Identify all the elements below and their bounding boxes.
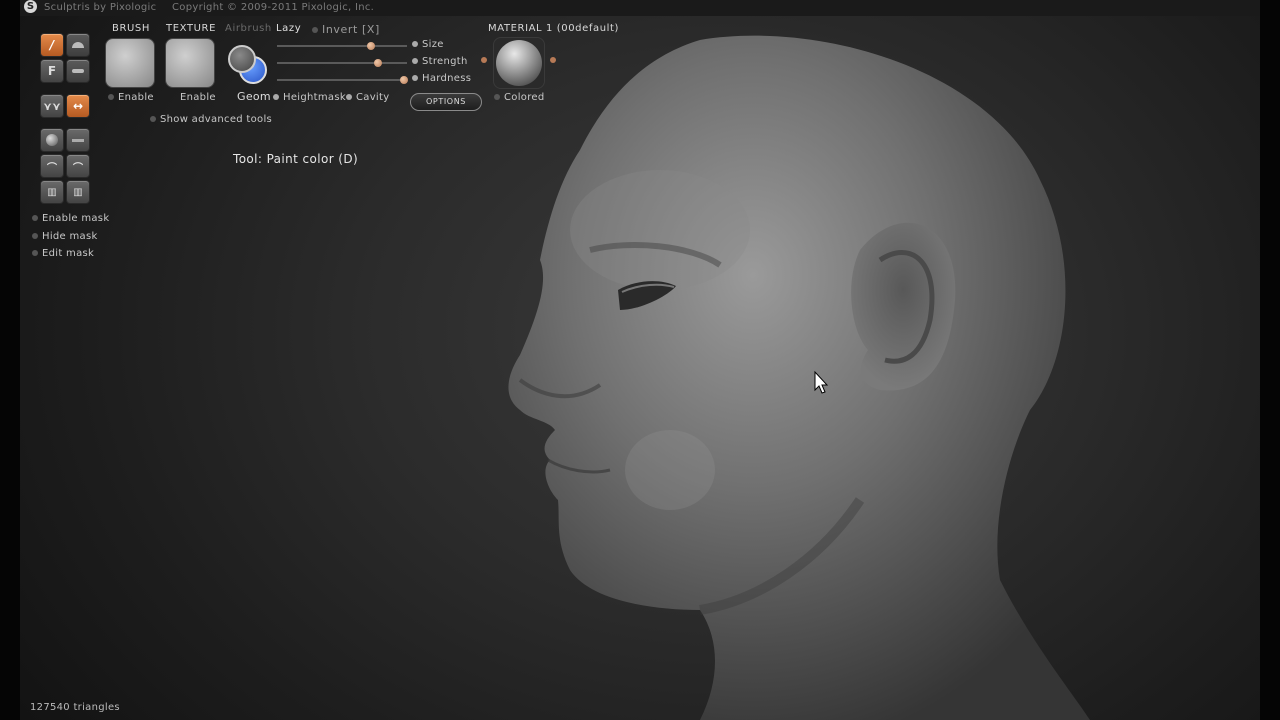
material-next-icon[interactable]	[550, 57, 556, 63]
geom-label[interactable]: Geom	[237, 90, 271, 103]
options-button[interactable]: OPTIONS	[410, 93, 482, 111]
colored-radio-icon	[494, 94, 500, 100]
head-model[interactable]	[508, 35, 1090, 720]
material-preview[interactable]	[493, 37, 545, 89]
rotate-tool-button[interactable]: ⌒	[40, 154, 64, 178]
material-sphere-icon	[496, 40, 542, 86]
left-frame	[0, 0, 20, 720]
slider-label-size: Size	[412, 39, 444, 50]
secondary-color-icon	[228, 45, 256, 73]
enable-mask-option[interactable]: Enable mask	[32, 213, 109, 224]
mask-tool-button[interactable]: ▥	[40, 180, 64, 204]
cavity-radio-icon	[346, 94, 352, 100]
rotate-icon: ⌒	[47, 162, 57, 174]
slider-dot-icon	[412, 75, 418, 81]
title-bar: S Sculptris by Pixologic Copyright © 200…	[20, 0, 1260, 16]
texture-swatch[interactable]	[165, 38, 215, 88]
slider-track-hardness[interactable]	[277, 79, 407, 81]
slider-knob-size[interactable]	[366, 42, 375, 50]
slider-track-strength[interactable]	[277, 62, 407, 64]
edit-mask-option[interactable]: Edit mask	[32, 248, 94, 259]
hide-mask-option[interactable]: Hide mask	[32, 231, 98, 242]
smooth-icon	[72, 69, 84, 73]
enable-mask-label: Enable mask	[42, 213, 110, 224]
edit-mask-radio-icon	[32, 250, 38, 256]
material-prev-icon[interactable]	[481, 57, 487, 63]
slider-track-size[interactable]	[277, 45, 407, 47]
double-arrow-icon: ↔	[72, 99, 84, 113]
show-advanced-radio-icon	[150, 116, 156, 122]
brush-enable-label: Enable	[118, 92, 154, 103]
sculptris-logo-icon: S	[24, 0, 37, 13]
app-title: Sculptris by Pixologic	[44, 2, 157, 13]
heightmask-label: Heightmask	[283, 92, 346, 103]
invert-option[interactable]: Invert [X]	[312, 23, 380, 36]
paint-tool-button[interactable]: /	[40, 33, 64, 57]
slider-label-text: Hardness	[422, 73, 472, 84]
slider-dot-icon	[412, 58, 418, 64]
scale-tool-button[interactable]	[66, 128, 90, 152]
flatten-icon: F	[47, 64, 57, 78]
color-picker-button[interactable]	[227, 44, 267, 84]
reduce-tool-button[interactable]: ▥	[66, 180, 90, 204]
brush-alpha-swatch[interactable]	[105, 38, 155, 88]
invert-label: Invert [X]	[322, 23, 380, 36]
pinch-tool-button[interactable]: ⋎⋎	[40, 94, 64, 118]
colored-label: Colored	[504, 92, 545, 103]
hide-mask-radio-icon	[32, 233, 38, 239]
slider-label-text: Size	[422, 39, 444, 50]
brush-stroke-icon: /	[49, 38, 55, 52]
move-tool-button[interactable]: ⌒	[66, 154, 90, 178]
edit-mask-label: Edit mask	[42, 248, 95, 259]
reduce-icon: ▥	[73, 186, 83, 198]
brush-header: BRUSH	[112, 23, 150, 34]
grab-tool-button[interactable]	[40, 128, 64, 152]
mask-icon: ▥	[47, 186, 57, 198]
airbrush-label[interactable]: Airbrush	[225, 23, 272, 34]
heightmask-radio-icon	[273, 94, 279, 100]
pinch-icon: ⋎⋎	[43, 99, 61, 113]
sphere-icon	[46, 134, 58, 146]
flatten-tool-button[interactable]: F	[40, 59, 64, 83]
material-header: MATERIAL 1 (00default)	[488, 23, 620, 34]
symmetry-toggle-button[interactable]: ↔	[66, 94, 90, 118]
slider-label-text: Strength	[422, 56, 468, 67]
lazy-label[interactable]: Lazy	[276, 23, 301, 34]
texture-enable-label[interactable]: Enable	[180, 92, 216, 103]
copyright-text: Copyright © 2009-2011 Pixologic, Inc.	[172, 2, 375, 13]
triangle-count: 127540 triangles	[30, 702, 120, 713]
cavity-option[interactable]: Cavity	[346, 92, 389, 103]
brush-enable-option[interactable]: Enable	[108, 92, 154, 103]
bump-icon	[72, 42, 84, 48]
show-advanced-label: Show advanced tools	[160, 114, 273, 125]
heightmask-option[interactable]: Heightmask	[273, 92, 346, 103]
cavity-label: Cavity	[356, 92, 390, 103]
slider-label-strength: Strength	[412, 56, 468, 67]
slider-dot-icon	[412, 41, 418, 47]
invert-radio-icon	[312, 27, 318, 33]
enable-mask-radio-icon	[32, 215, 38, 221]
smooth-tool-button[interactable]	[66, 59, 90, 83]
flat-bar-icon	[72, 138, 84, 142]
tool-status: Tool: Paint color (D)	[233, 152, 359, 166]
move-icon: ⌒	[73, 162, 83, 174]
bump-tool-button[interactable]	[66, 33, 90, 57]
colored-option[interactable]: Colored	[494, 92, 545, 103]
sculptris-app: S Sculptris by Pixologic Copyright © 200…	[0, 0, 1280, 720]
hide-mask-label: Hide mask	[42, 231, 98, 242]
slider-label-hardness: Hardness	[412, 73, 471, 84]
show-advanced-option[interactable]: Show advanced tools	[150, 114, 272, 125]
brush-enable-radio-icon	[108, 94, 114, 100]
right-frame	[1260, 0, 1280, 720]
texture-header: TEXTURE	[166, 23, 216, 34]
